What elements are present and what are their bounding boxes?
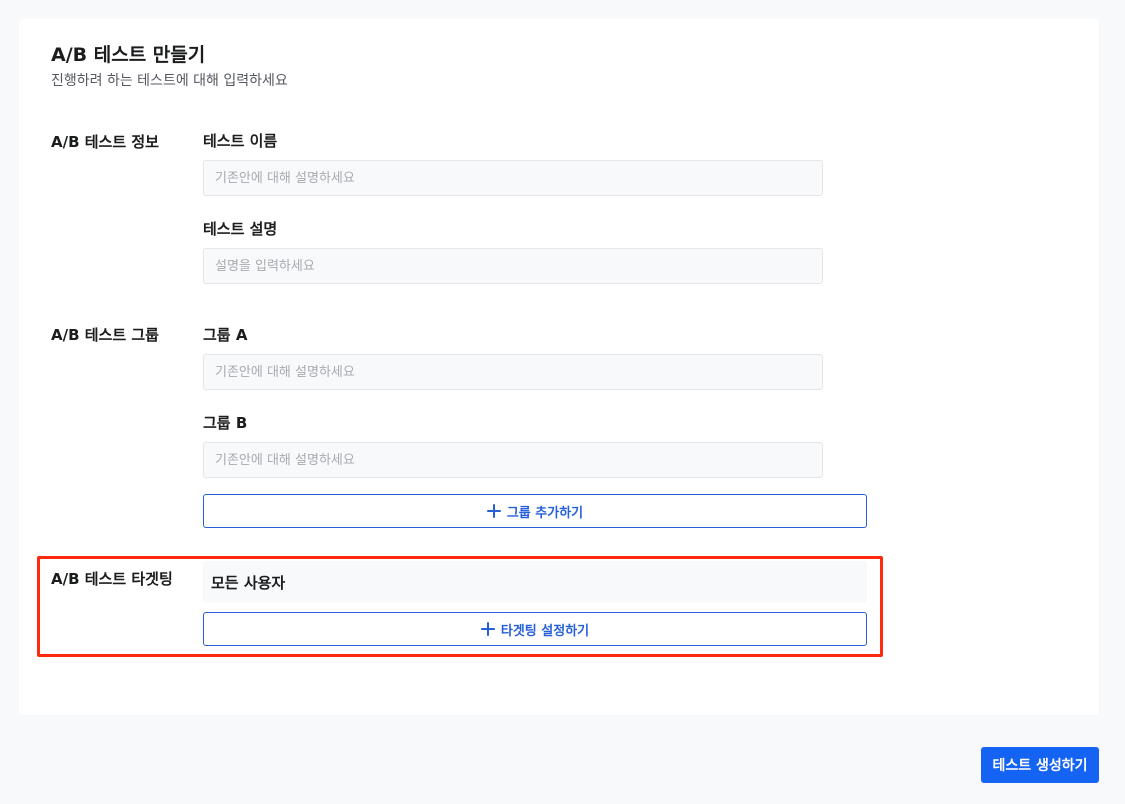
group-a-label: 그룹 A [203, 326, 248, 344]
plus-icon [480, 622, 495, 636]
test-name-input[interactable] [203, 160, 823, 196]
audience-value: 모든 사용자 [211, 573, 286, 592]
set-targeting-button[interactable]: 타겟팅 설정하기 [203, 612, 867, 646]
page-title: A/B 테스트 만들기 [51, 44, 206, 66]
page-subtitle: 진행하려 하는 테스트에 대해 입력하세요 [51, 73, 288, 89]
add-group-button[interactable]: 그룹 추가하기 [203, 494, 867, 528]
test-name-label: 테스트 이름 [203, 132, 278, 150]
test-description-input[interactable] [203, 248, 823, 284]
group-a-input[interactable] [203, 354, 823, 390]
section-label-targeting: A/B 테스트 타겟팅 [51, 570, 173, 588]
test-description-label: 테스트 설명 [203, 220, 278, 238]
create-test-card: A/B 테스트 만들기 진행하려 하는 테스트에 대해 입력하세요 A/B 테스… [19, 19, 1099, 715]
set-targeting-button-label: 타겟팅 설정하기 [500, 623, 590, 639]
section-label-info: A/B 테스트 정보 [51, 133, 159, 151]
group-b-input[interactable] [203, 442, 823, 478]
audience-summary: 모든 사용자 [203, 561, 867, 603]
section-label-groups: A/B 테스트 그룹 [51, 326, 159, 344]
add-group-button-label: 그룹 추가하기 [506, 505, 584, 521]
create-test-button[interactable]: 테스트 생성하기 [981, 747, 1099, 783]
plus-icon [486, 504, 501, 518]
group-b-label: 그룹 B [203, 414, 248, 432]
